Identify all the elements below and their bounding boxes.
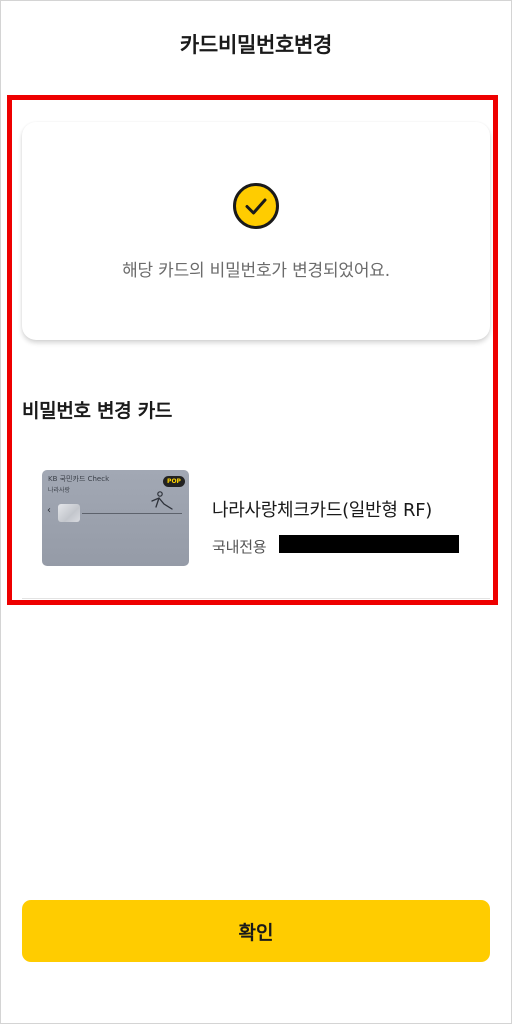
card-type-label: 국내전용: [212, 538, 267, 556]
header: 카드비밀번호변경: [0, 0, 512, 88]
card-list-item: KB 국민카드 Check 나라사랑 POP ‹ 나라사랑체크카드(일반형 RF…: [22, 470, 492, 568]
card-stripe: [82, 513, 182, 514]
success-message: 해당 카드의 비밀번호가 변경되었어요.: [122, 261, 390, 281]
runner-figure-icon: [151, 491, 173, 510]
card-chip-icon: [58, 504, 80, 522]
card-brand-text: KB 국민카드 Check: [48, 475, 110, 483]
card-name: 나라사랑체크카드(일반형 RF): [212, 500, 432, 521]
success-panel: 해당 카드의 비밀번호가 변경되었어요.: [22, 122, 490, 340]
card-arrow-icon: ‹: [47, 505, 51, 516]
card-subbrand-text: 나라사랑: [48, 487, 71, 494]
card-number-redacted: [279, 535, 459, 553]
divider: [22, 598, 490, 599]
card-badge: POP: [163, 476, 185, 487]
confirm-button[interactable]: 확인: [22, 900, 490, 962]
card-image: KB 국민카드 Check 나라사랑 POP ‹: [42, 470, 189, 566]
section-title: 비밀번호 변경 카드: [22, 400, 173, 422]
check-circle-icon: [233, 183, 279, 229]
page-title: 카드비밀번호변경: [179, 33, 333, 57]
